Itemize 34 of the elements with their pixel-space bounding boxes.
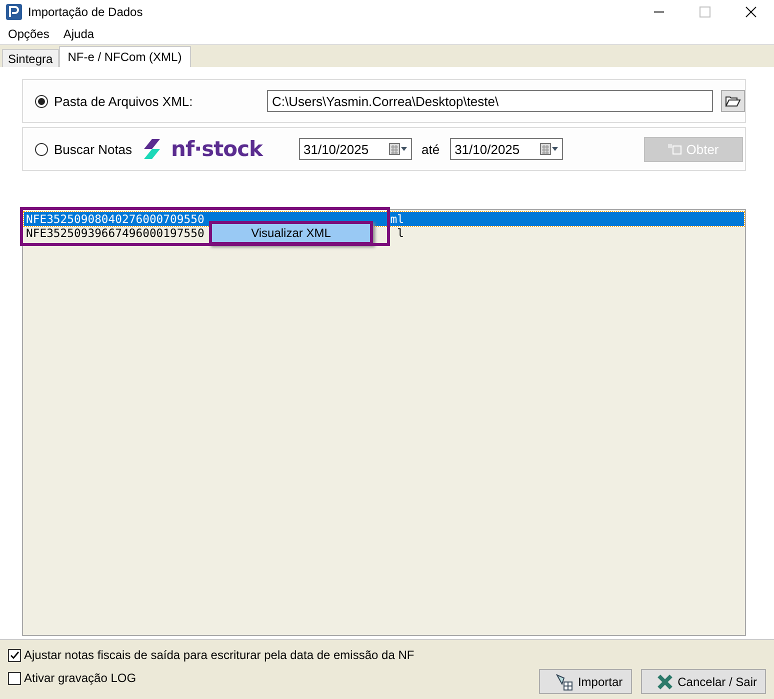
menu-item[interactable]: Opções (8, 27, 50, 41)
file-name-end[interactable]: l (397, 226, 404, 240)
date-field[interactable]: 31/10/2025 (450, 138, 563, 160)
radio-button[interactable] (35, 142, 48, 156)
radio-label: Pasta de Arquivos XML: (54, 94, 193, 108)
range-label: até (422, 142, 440, 156)
tab[interactable]: Sintegra (2, 49, 59, 67)
app-logo-icon (6, 4, 22, 20)
context-menu-item[interactable]: Visualizar XML (209, 221, 373, 245)
window-title: Importação de Dados (28, 5, 143, 19)
checkbox[interactable] (8, 648, 21, 662)
file-name[interactable]: NFE35250908040276000709550 (26, 212, 204, 226)
tab[interactable]: NF-e / NFCom (XML) (58, 46, 191, 67)
file-list[interactable]: NFE35250908040276000709550 ml NFE35250939667496000197550 Visualizar XML l (22, 209, 746, 636)
radio-button[interactable] (35, 94, 48, 108)
calendar-icon[interactable] (540, 143, 558, 155)
date-field[interactable]: 31/10/2025 (298, 138, 412, 160)
radio-label: Buscar Notas (54, 142, 132, 156)
calendar-icon[interactable] (388, 143, 406, 155)
import-button[interactable]: Importar (538, 669, 632, 694)
file-name-end[interactable]: ml (390, 212, 404, 226)
menu-item[interactable]: Ajuda (63, 27, 94, 41)
fetch-icon (668, 143, 682, 155)
checkbox-label: Ajustar notas fiscais de saída para escriturar pela data de emissão da NF (24, 648, 414, 662)
import-icon (554, 672, 574, 690)
folder-path-field[interactable]: C:\Users\Yasmin.Correa\Desktop\teste\ (267, 90, 713, 112)
cancel-button[interactable]: Cancelar / Sair (640, 669, 766, 694)
folder-button[interactable] (721, 90, 745, 112)
checkbox-label: Ativar gravação LOG (24, 671, 136, 685)
file-name[interactable]: NFE35250939667496000197550 (26, 226, 204, 240)
folder-icon (725, 94, 741, 108)
checkbox[interactable] (8, 672, 21, 684)
close-icon (656, 672, 674, 690)
brand-logo: nf·stock (171, 137, 262, 161)
